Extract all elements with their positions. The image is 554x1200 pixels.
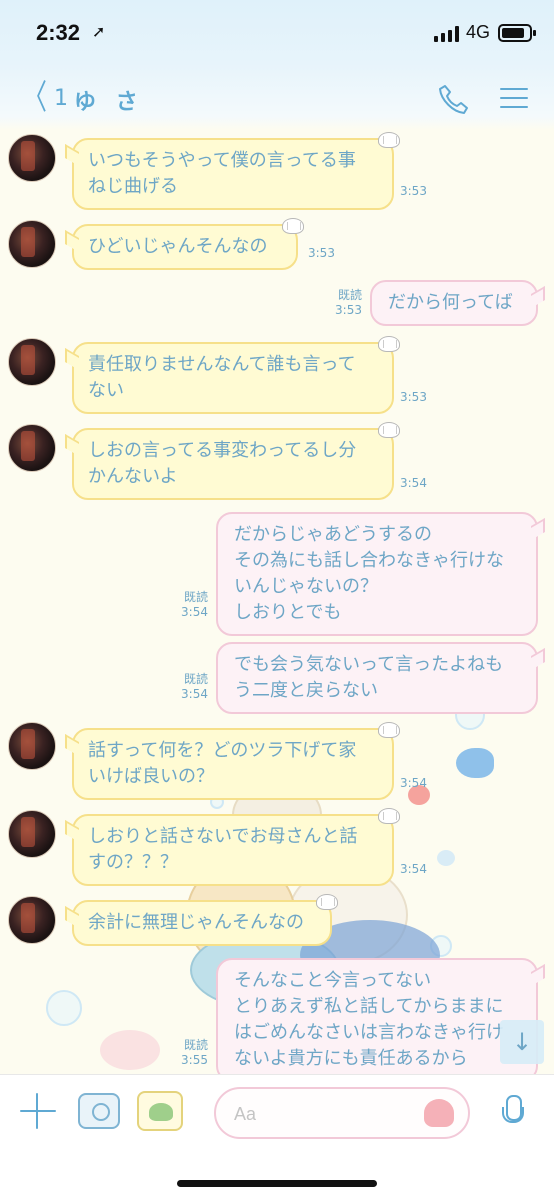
shell-icon (378, 808, 400, 824)
message-text-field[interactable] (234, 1101, 424, 1127)
avatar[interactable] (8, 220, 56, 268)
read-receipt: 既読 (183, 1038, 208, 1052)
shell-icon (378, 722, 400, 738)
message-time: 3:54 (181, 605, 208, 619)
message-bubble-incoming[interactable]: 余計に無理じゃんそんなの (72, 894, 338, 946)
phone-icon[interactable] (436, 82, 470, 116)
message-time: 3:53 (400, 184, 427, 198)
message-text: 責任取りませんなんて誰も言って ない (88, 354, 356, 401)
message-text: いつもそうやって僕の言ってる事 ねじ曲げる (88, 150, 356, 197)
message-text: しおりと話さないでお母さんと話 すの？？？ (88, 826, 358, 873)
chevron-left-icon: 〈 (23, 78, 47, 118)
avatar[interactable] (8, 338, 56, 386)
read-receipt: 既読 (183, 672, 208, 686)
unread-count: 1 (54, 85, 68, 111)
message-read-time: 既読 3:54 (164, 672, 208, 702)
network-type: 4G (466, 22, 491, 42)
shell-icon (282, 218, 304, 234)
message-time: 3:54 (400, 862, 427, 876)
avatar[interactable] (8, 722, 56, 770)
shell-icon (378, 132, 400, 148)
shell-icon (378, 422, 400, 438)
message-read-time: 既読 3:53 (318, 288, 362, 318)
message-time: 3:54 (181, 687, 208, 701)
microphone-icon[interactable] (500, 1095, 526, 1133)
sticker-icon[interactable] (137, 1091, 183, 1131)
shell-icon (316, 894, 338, 910)
message-read-time: 既読 3:54 (164, 590, 208, 620)
message-text: ひどいじゃんそんなの (88, 236, 268, 257)
avatar[interactable] (8, 424, 56, 472)
message-text: でも会う気ないって言ったよねも う二度と戻らない (234, 654, 504, 701)
message-bubble-outgoing[interactable]: でも会う気ないって言ったよねも う二度と戻らない (216, 642, 538, 714)
home-indicator[interactable] (177, 1180, 377, 1187)
camera-icon[interactable] (78, 1093, 120, 1129)
shell-icon (378, 336, 400, 352)
message-input[interactable] (214, 1087, 470, 1139)
avatar[interactable] (8, 896, 56, 944)
message-bubble-incoming[interactable]: 責任取りませんなんて誰も言って ない (72, 336, 400, 414)
message-text: 話すって何を？どのツラ下げて家 いけば良いの？ (88, 740, 357, 787)
message-bubble-incoming[interactable]: 話すって何を？どのツラ下げて家 いけば良いの？ (72, 722, 400, 800)
status-bar: 2:32 ➚ 4G (0, 0, 554, 64)
battery-icon (498, 24, 536, 42)
message-text: 余計に無理じゃんそんなの (88, 912, 304, 933)
message-bubble-incoming[interactable]: しおの言ってる事変わってるし分 かんないよ (72, 422, 400, 500)
signal-strength-icon (434, 26, 460, 42)
avatar[interactable] (8, 134, 56, 182)
message-bubble-incoming[interactable]: いつもそうやって僕の言ってる事 ねじ曲げる (72, 132, 400, 210)
location-arrow-icon: ➚ (92, 22, 106, 41)
message-time: 3:53 (308, 246, 335, 260)
chat-title: ゆ さ (74, 90, 144, 115)
read-receipt: 既読 (337, 288, 362, 302)
jellyfish-icon[interactable] (424, 1099, 454, 1127)
message-text: しおの言ってる事変わってるし分 かんないよ (88, 440, 357, 487)
message-bubble-outgoing[interactable]: そんなこと今言ってない とりあえず私と話してからままに はごめんなさいは言わなき… (216, 958, 538, 1082)
message-time: 3:54 (400, 476, 427, 490)
back-button[interactable]: 〈 1 (18, 78, 68, 118)
status-time: 2:32 (36, 20, 81, 45)
message-bubble-incoming[interactable]: しおりと話さないでお母さんと話 すの？？？ (72, 808, 400, 886)
message-time: 3:54 (400, 776, 427, 790)
avatar[interactable] (8, 810, 56, 858)
message-text: だからじゃあどうするの その為にも話し合わなきゃ行けな いんじゃないの？ しおり… (234, 524, 504, 623)
message-time: 3:53 (335, 303, 362, 317)
menu-icon[interactable] (500, 86, 528, 110)
message-text: だから何ってば (388, 292, 513, 313)
read-receipt: 既読 (183, 590, 208, 604)
message-text: そんなこと今言ってない とりあえず私と話してからままに はごめんなさいは言わなき… (234, 970, 504, 1069)
message-read-time: 既読 3:55 (164, 1038, 208, 1068)
message-time: 3:55 (181, 1053, 208, 1067)
plus-icon[interactable] (20, 1093, 56, 1129)
arrow-down-icon: ↓ (511, 1028, 533, 1056)
message-list[interactable]: いつもそうやって僕の言ってる事 ねじ曲げる 3:53 ひどいじゃんそんなの 3:… (0, 130, 554, 1082)
message-bubble-outgoing[interactable]: だから何ってば (370, 280, 538, 326)
message-bubble-incoming[interactable]: ひどいじゃんそんなの (72, 218, 304, 270)
message-bubble-outgoing[interactable]: だからじゃあどうするの その為にも話し合わなきゃ行けな いんじゃないの？ しおり… (216, 512, 538, 636)
message-time: 3:53 (400, 390, 427, 404)
scroll-to-bottom-button[interactable]: ↓ (500, 1020, 544, 1064)
chat-header: 〈 1 ゆ さ (0, 64, 554, 130)
